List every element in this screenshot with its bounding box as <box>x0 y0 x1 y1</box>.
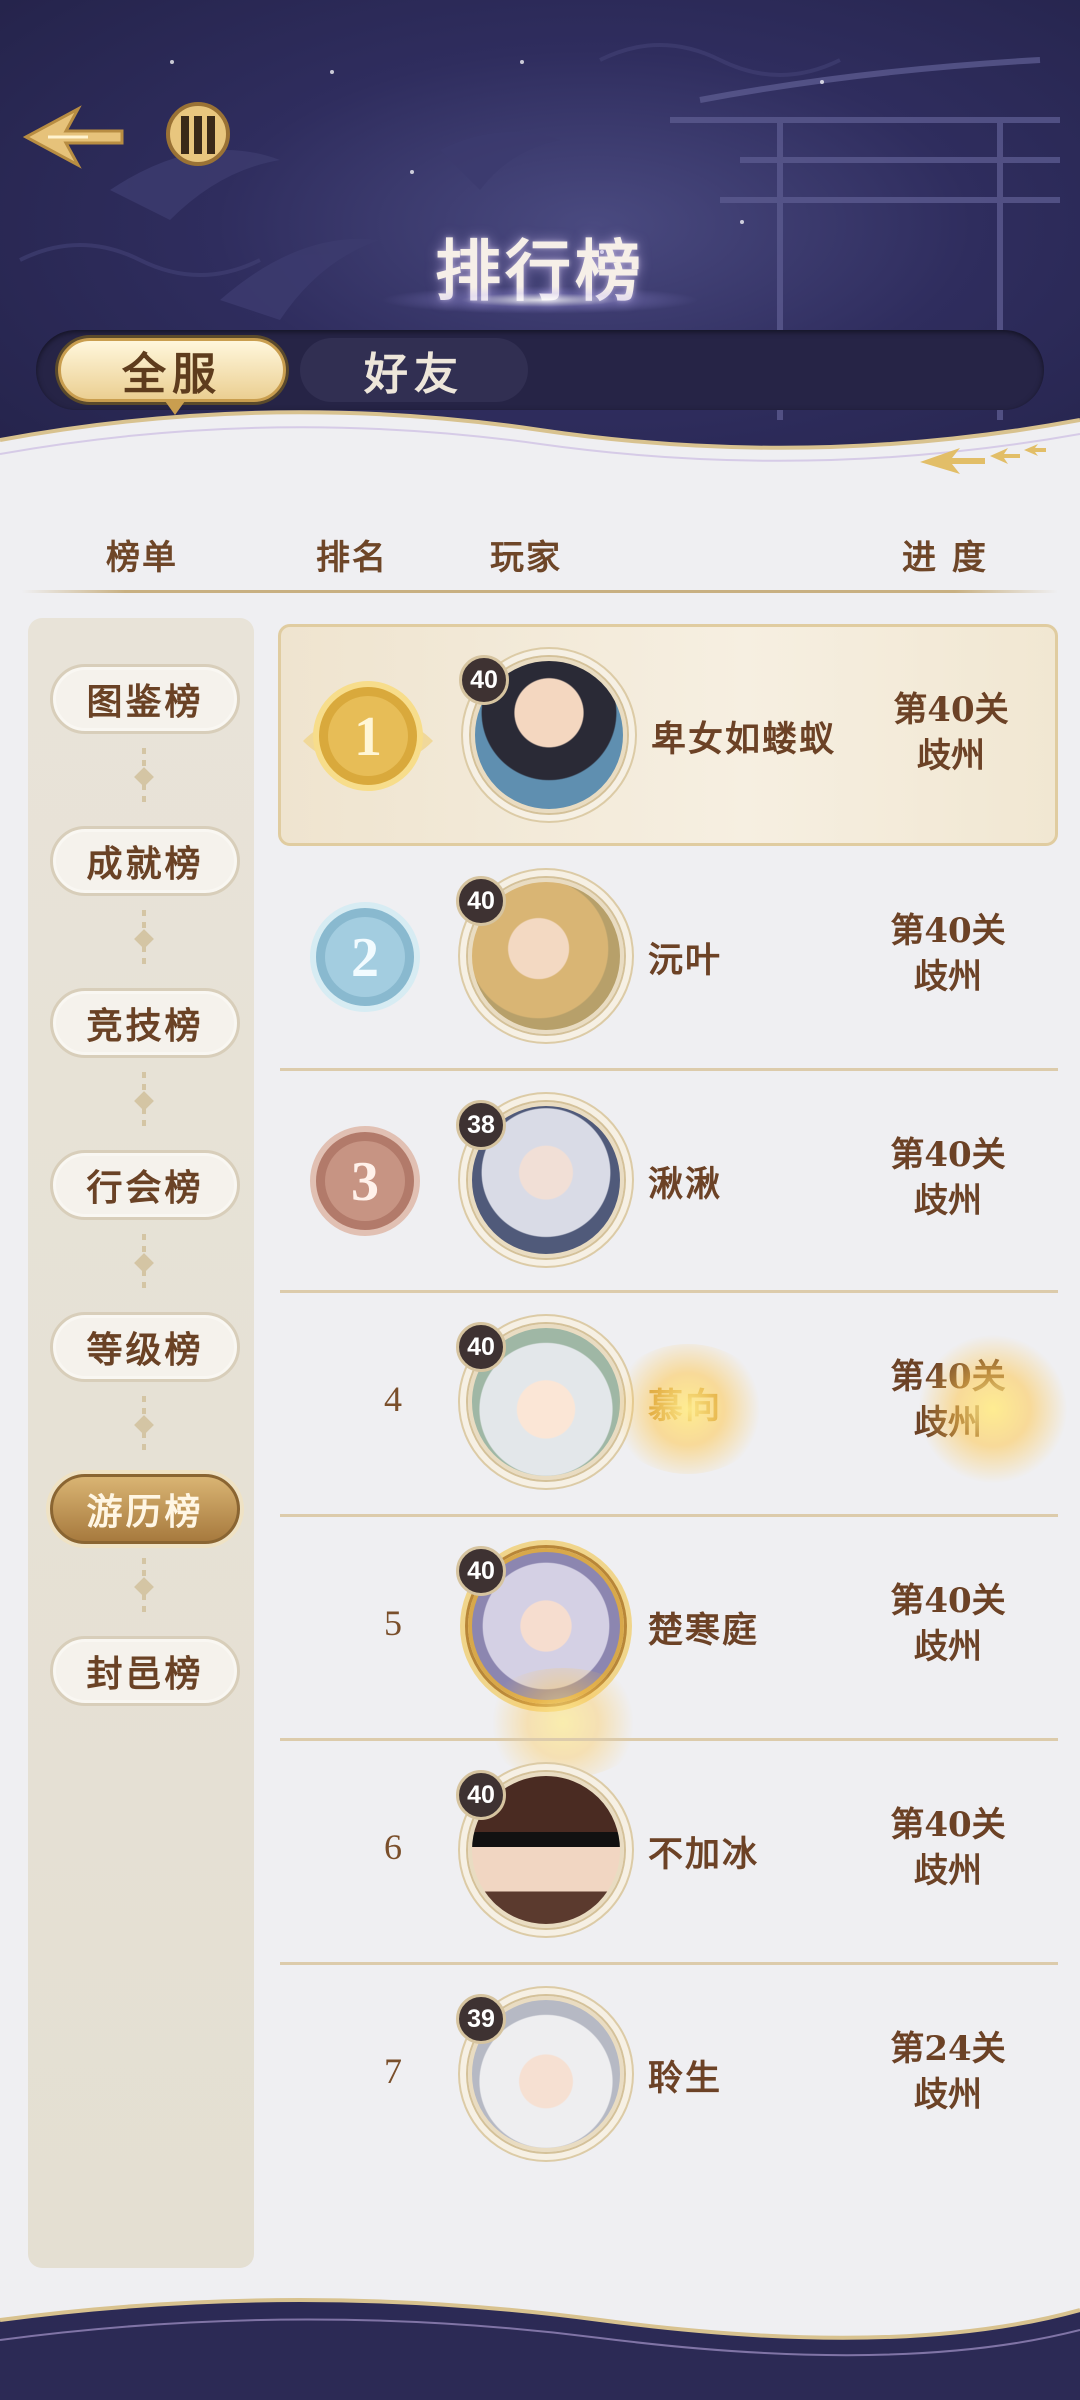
rank-number: 4 <box>384 1379 402 1419</box>
player-level-badge: 40 <box>456 1546 506 1596</box>
medal-rank-number: 2 <box>351 927 379 989</box>
row-divider <box>280 1514 1058 1517</box>
leaderboard-category-sidebar: 图鉴榜 成就榜 竞技榜 行会榜 等级榜 游历榜 封邑榜 <box>28 618 254 2268</box>
sidebar-connector <box>142 1558 146 1618</box>
player-progress: 第40关 歧州 <box>878 1132 1018 1224</box>
player-level-badge: 40 <box>459 655 509 705</box>
progress-region: 歧州 <box>914 1851 982 1891</box>
rank-number: 5 <box>384 1603 402 1643</box>
ranking-row-1[interactable]: 1 40 卑女如蝼蚁 第40关 歧州 <box>278 624 1058 846</box>
bronze-medal-icon: 3 <box>310 1126 420 1236</box>
medal-rank-number: 3 <box>351 1151 379 1213</box>
ranking-row-6[interactable]: 6 40 不加冰 第40关 歧州 <box>278 1742 1058 1964</box>
progress-stage: 第40关 <box>893 690 1009 730</box>
row-divider <box>280 1068 1058 1071</box>
player-name: 卑女如蝼蚁 <box>651 719 837 760</box>
progress-region: 歧州 <box>914 1627 982 1667</box>
ranking-row-4[interactable]: 4 40 慕向 第40关 歧州 <box>278 1294 1068 1516</box>
medal-rank-number: 1 <box>354 706 382 768</box>
silver-medal-icon: 2 <box>310 902 420 1012</box>
ranking-row-5[interactable]: 5 40 楚寒庭 第40关 歧州 <box>278 1518 1058 1778</box>
progress-stage: 第40关 <box>890 911 1006 951</box>
player-avatar-frame[interactable]: 40 <box>456 866 636 1046</box>
player-avatar-frame[interactable]: 40 <box>459 645 639 825</box>
sidebar-item-fief[interactable]: 封邑榜 <box>50 1636 240 1706</box>
header-wave-divider <box>0 410 1080 520</box>
scroll-book-icon <box>166 102 230 166</box>
ranking-row-3[interactable]: 3 38 湫湫 第40关 歧州 <box>278 1072 1058 1294</box>
progress-stage: 第40关 <box>890 1581 1006 1621</box>
column-header-list: 榜单 <box>106 538 178 578</box>
progress-stage: 第24关 <box>890 2029 1006 2069</box>
scope-tab-bar: 全服 好友 <box>36 330 1044 415</box>
row-divider <box>280 1962 1058 1965</box>
player-level-badge: 40 <box>456 1770 506 1820</box>
player-progress: 第40关 歧州 <box>878 1802 1018 1894</box>
guide-button[interactable] <box>158 96 238 176</box>
progress-stage: 第40关 <box>890 1805 1006 1845</box>
sidebar-item-travel[interactable]: 游历榜 <box>50 1474 240 1544</box>
progress-region: 歧州 <box>917 736 985 776</box>
sidebar-connector <box>142 748 146 808</box>
progress-region: 歧州 <box>914 1181 982 1221</box>
sidebar-connector <box>142 1072 146 1132</box>
progress-stage: 第40关 <box>890 1135 1006 1175</box>
player-name: 楚寒庭 <box>648 1610 760 1651</box>
player-avatar-frame[interactable]: 39 <box>456 1984 636 2164</box>
player-avatar-frame[interactable]: 38 <box>456 1090 636 1270</box>
column-header-player: 玩家 <box>490 538 562 578</box>
player-progress: 第40关 歧州 <box>881 687 1021 779</box>
player-progress: 第40关 歧州 <box>878 1578 1018 1670</box>
player-level-badge: 40 <box>456 876 506 926</box>
back-arrow-icon <box>22 105 124 169</box>
tab-all-server[interactable]: 全服 <box>58 338 286 415</box>
sidebar-item-collection[interactable]: 图鉴榜 <box>50 664 240 734</box>
tab-friends[interactable]: 好友 <box>300 338 528 402</box>
gold-medal-icon: 1 <box>303 681 433 791</box>
sidebar-connector <box>142 1396 146 1456</box>
back-button[interactable] <box>18 96 128 176</box>
row-divider <box>280 1290 1058 1293</box>
rank-number: 7 <box>384 2051 402 2091</box>
player-level-badge: 38 <box>456 1100 506 1150</box>
sparkle-effect <box>918 1334 1068 1484</box>
sidebar-connector <box>142 1234 146 1294</box>
player-level-badge: 40 <box>456 1322 506 1372</box>
header-divider <box>22 590 1058 593</box>
player-name: 不加冰 <box>648 1834 760 1875</box>
player-name: 聆生 <box>648 2058 723 2099</box>
footer-wave-decoration <box>0 2298 1080 2400</box>
progress-region: 歧州 <box>914 2075 982 2115</box>
ranking-row-2[interactable]: 2 40 沅叶 第40关 歧州 <box>278 848 1058 1070</box>
sparkle-effect <box>608 1344 768 1474</box>
title-glow <box>380 286 700 314</box>
sidebar-item-achievement[interactable]: 成就榜 <box>50 826 240 896</box>
player-name: 湫湫 <box>648 1164 723 1205</box>
player-progress: 第24关 歧州 <box>878 2026 1018 2118</box>
player-name: 沅叶 <box>648 940 723 981</box>
progress-region: 歧州 <box>914 957 982 997</box>
sidebar-item-guild[interactable]: 行会榜 <box>50 1150 240 1220</box>
column-header-rank: 排名 <box>316 538 388 578</box>
player-avatar-frame[interactable]: 40 <box>456 1760 636 1940</box>
player-progress: 第40关 歧州 <box>878 908 1018 1000</box>
sidebar-item-level[interactable]: 等级榜 <box>50 1312 240 1382</box>
ranking-row-7[interactable]: 7 39 聆生 第24关 歧州 <box>278 1966 1058 2188</box>
sidebar-item-arena[interactable]: 竞技榜 <box>50 988 240 1058</box>
column-header-progress: 进 度 <box>902 538 988 578</box>
row-divider <box>280 1738 1058 1741</box>
rank-number: 6 <box>384 1827 402 1867</box>
player-level-badge: 39 <box>456 1994 506 2044</box>
sidebar-connector <box>142 910 146 970</box>
